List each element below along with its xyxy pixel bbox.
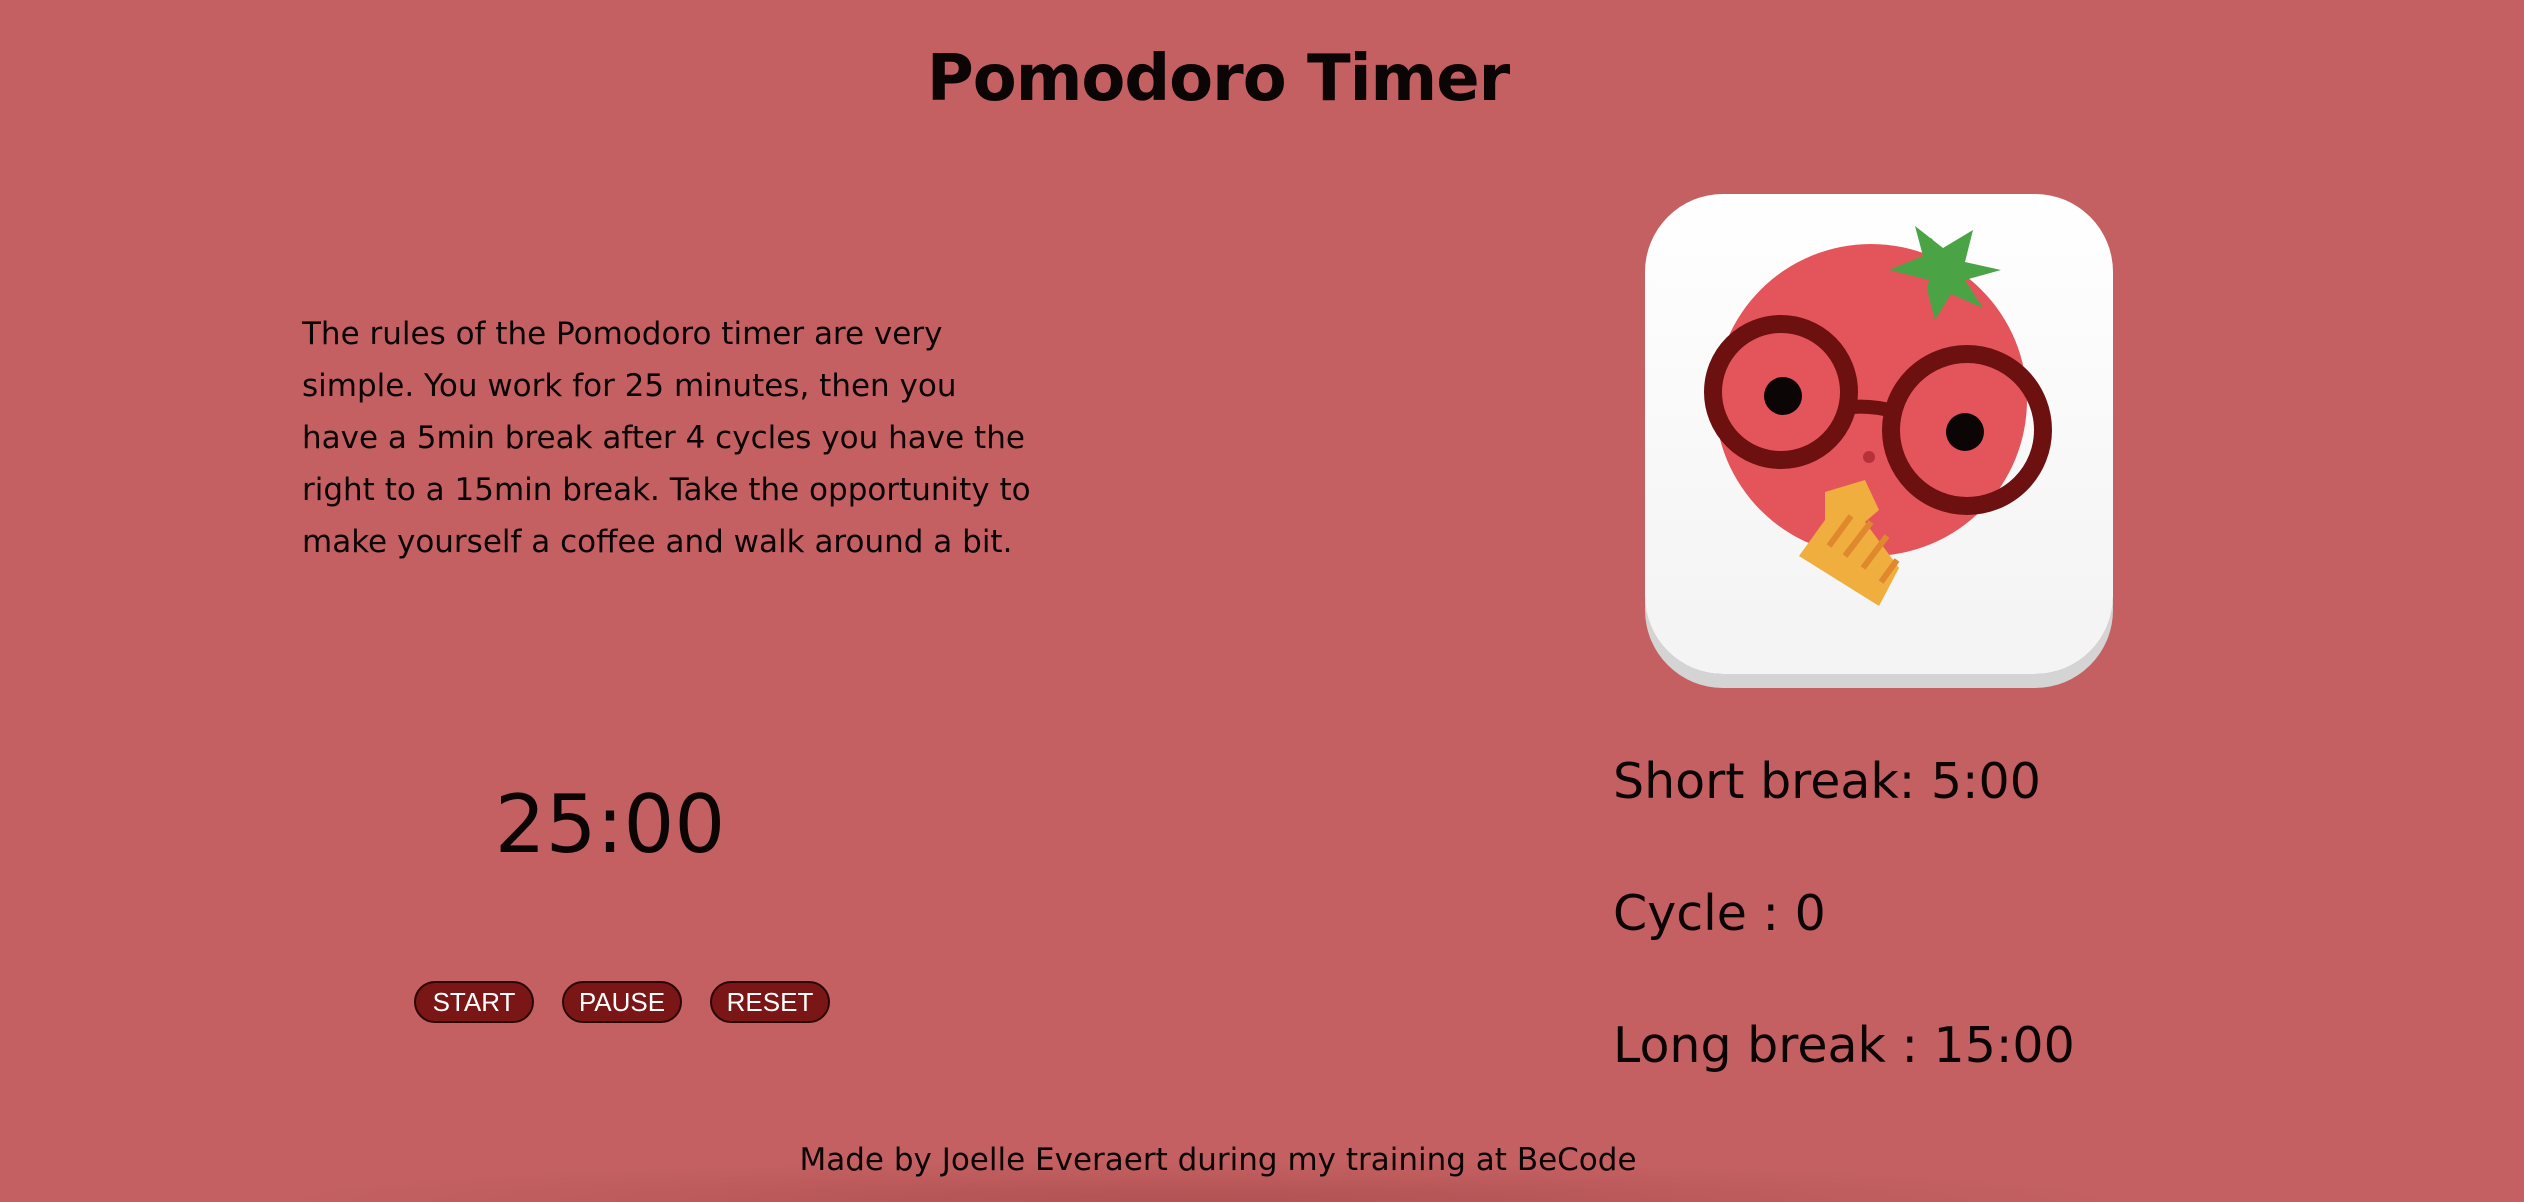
timer-display: 25:00 xyxy=(494,778,726,871)
cycle-counter: Cycle : 0 xyxy=(1613,885,1826,942)
tomato-logo xyxy=(1645,194,2113,674)
long-break-label: Long break : 15:00 xyxy=(1613,1017,2075,1074)
rules-description: The rules of the Pomodoro timer are very… xyxy=(302,316,1031,560)
page-title: Pomodoro Timer xyxy=(926,42,1510,116)
short-break-label: Short break: 5:00 xyxy=(1613,753,2041,810)
start-button[interactable]: START xyxy=(414,981,534,1023)
footer-credit: Made by Joelle Everaert during my traini… xyxy=(799,1142,1637,1178)
reset-button[interactable]: RESET xyxy=(710,981,830,1023)
tomato-with-glasses-icon xyxy=(1704,226,2052,606)
pause-button[interactable]: PAUSE xyxy=(562,981,682,1023)
timer-controls: START PAUSE RESET xyxy=(414,981,830,1023)
page: Pomodoro Timer The rules of the Pomodoro… xyxy=(0,0,2524,1202)
